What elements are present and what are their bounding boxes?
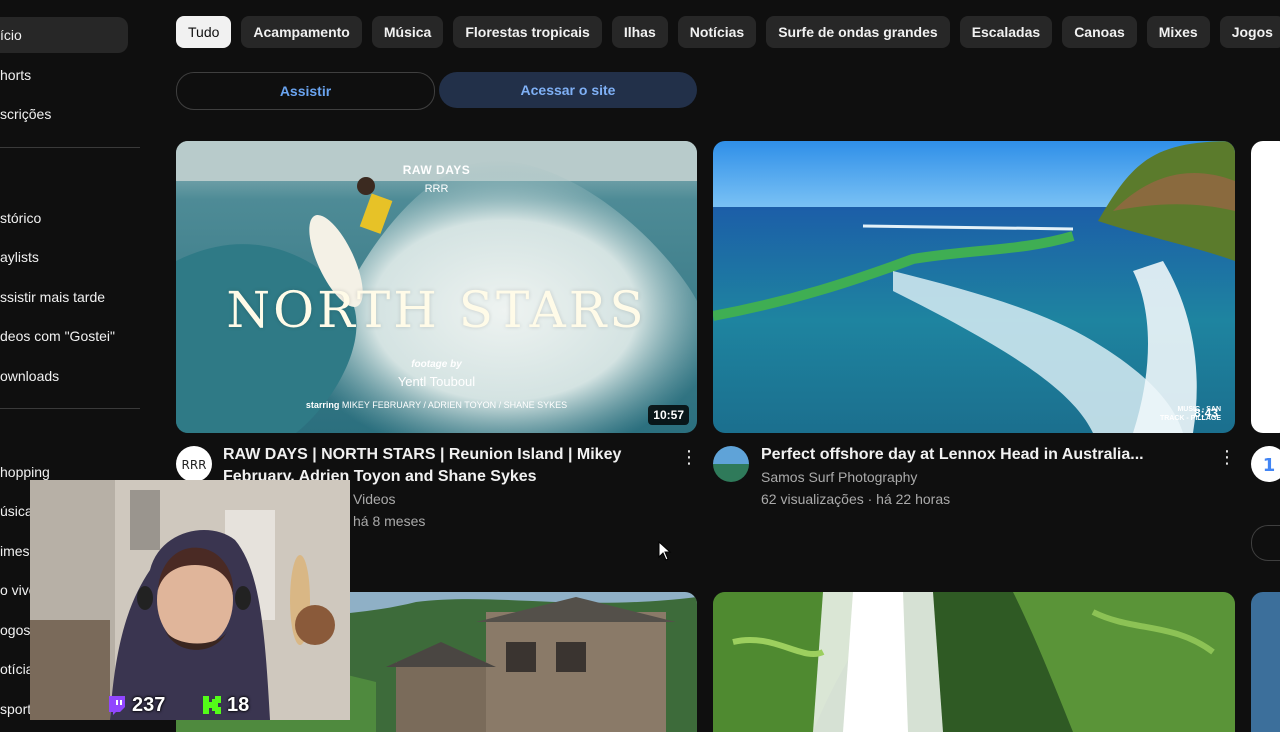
samos-surf-avatar-icon <box>713 446 749 482</box>
chip-all[interactable]: Tudo <box>176 16 232 48</box>
mouse-cursor-icon <box>658 541 672 561</box>
twitch-viewer-count: 237 <box>132 694 166 716</box>
chip-islands[interactable]: Ilhas <box>611 16 668 48</box>
visit-site-button[interactable]: Acessar o site <box>439 72 697 108</box>
video-thumbnail-partial[interactable] <box>1251 592 1280 732</box>
svg-text:RRR: RRR <box>181 458 206 472</box>
video-duration: 8:43 <box>1193 406 1218 420</box>
chip-canoes[interactable]: Canoas <box>1062 16 1137 48</box>
thumbnail-logo: RRR <box>424 183 449 195</box>
channel-avatar[interactable]: RRR <box>176 446 212 482</box>
sidebar-item-music[interactable]: úsica <box>0 493 33 529</box>
thumbnail-brand: RAW DAYS <box>402 163 471 177</box>
partial-button[interactable] <box>1251 525 1280 561</box>
channel-avatar-partial[interactable]: 1 <box>1251 446 1280 482</box>
chip-news[interactable]: Notícias <box>677 16 757 48</box>
video-thumbnail[interactable] <box>713 592 1235 732</box>
sidebar-item-news[interactable]: otícia <box>0 651 33 687</box>
chip-climbing[interactable]: Escaladas <box>959 16 1053 48</box>
sidebar-item-home[interactable]: ício <box>0 17 128 53</box>
thumbnail-starring: starring MIKEY FEBRUARY / ADRIEN TOYON /… <box>176 400 697 410</box>
more-options-icon[interactable]: ⋮ <box>679 445 699 469</box>
google-one-logo-icon: 1 <box>1263 455 1276 476</box>
kick-viewer-count: 18 <box>227 694 250 716</box>
sidebar-item-downloads[interactable]: ownloads <box>0 358 59 394</box>
sidebar-item-liked-videos[interactable]: deos com "Gostei" <box>0 318 115 354</box>
channel-avatar[interactable] <box>713 446 749 482</box>
thumbnail-headline: NORTH STARS <box>226 281 647 339</box>
channel-name[interactable]: Samos Surf Photography <box>761 466 917 488</box>
chip-big-wave-surfing[interactable]: Surfe de ondas grandes <box>766 16 950 48</box>
thumbnail-starring-names: MIKEY FEBRUARY / ADRIEN TOYON / SHANE SY… <box>341 400 568 410</box>
thumbnail-footage-name: Yentl Touboul <box>397 374 476 389</box>
video-thumbnail[interactable]: RAW DAYS RRR NORTH STARS footage by Yent… <box>176 141 697 433</box>
video-duration: 10:57 <box>648 405 689 425</box>
sidebar-item-watch-later[interactable]: ssistir mais tarde <box>0 279 105 315</box>
chip-mixes[interactable]: Mixes <box>1146 16 1210 48</box>
video-title[interactable]: Perfect offshore day at Lennox Head in A… <box>761 444 1201 466</box>
chip-camping[interactable]: Acampamento <box>241 16 362 48</box>
twitch-icon <box>109 696 125 715</box>
sidebar-item-subscriptions[interactable]: scrições <box>0 96 51 132</box>
video-thumbnail-partial[interactable] <box>1251 141 1280 433</box>
raw-days-logo-icon: RRR <box>181 458 206 472</box>
video-stats: 62 visualizações · há 22 horas <box>761 491 951 507</box>
sidebar-divider <box>0 408 140 409</box>
video-stats: há 8 meses <box>353 513 426 529</box>
filter-chips-bar: Tudo Acampamento Música Florestas tropic… <box>176 16 1280 48</box>
thumbnail-starring-label: starring <box>305 400 340 410</box>
watch-button[interactable]: Assistir <box>176 72 435 110</box>
streamer-webcam-image <box>30 480 350 720</box>
chip-music[interactable]: Música <box>371 16 444 48</box>
more-options-icon[interactable]: ⋮ <box>1217 445 1237 469</box>
sidebar-item-playlists[interactable]: aylists <box>0 239 39 275</box>
channel-name[interactable]: Videos <box>353 488 396 510</box>
sidebar-item-history[interactable]: stórico <box>0 200 41 236</box>
chip-rainforests[interactable]: Florestas tropicais <box>453 16 602 48</box>
coastline-image <box>713 141 1235 433</box>
sidebar-divider <box>0 147 140 148</box>
svg-text:1: 1 <box>1263 455 1276 476</box>
chip-games[interactable]: Jogos <box>1219 16 1280 48</box>
webcam-overlay: 237 18 <box>30 480 350 720</box>
thumbnail-footage-label: footage by <box>411 359 462 370</box>
sidebar-item-shorts[interactable]: horts <box>0 57 31 93</box>
video-thumbnail[interactable]: MUSIC - SAN TRACK - PILLAGE 8:43 <box>713 141 1235 433</box>
waterfall-jungle-image <box>713 592 1235 732</box>
sidebar-item-movies[interactable]: imes <box>0 533 30 569</box>
sidebar-item-gaming[interactable]: ogos <box>0 612 30 648</box>
kick-icon <box>203 696 221 714</box>
